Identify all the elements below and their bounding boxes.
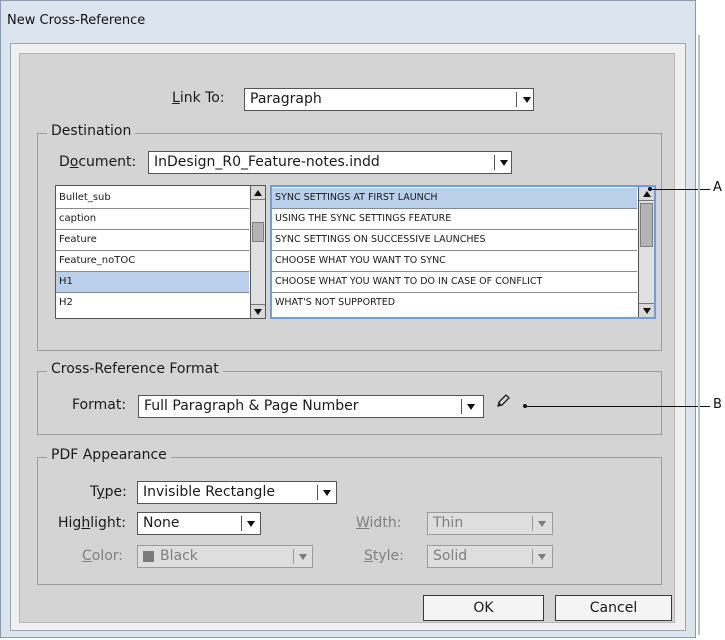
title-bar[interactable]: New Cross-Reference [1,1,695,43]
document-dropdown[interactable]: InDesign_R0_Feature-notes.indd [148,151,512,174]
chevron-down-icon [538,554,546,560]
chevron-down-icon [523,97,531,103]
callout-b-line [525,406,710,407]
dropdown-separator [461,399,462,414]
dropdown-separator [293,549,294,564]
list-item-selected[interactable]: H1 [56,272,249,293]
type-value: Invisible Rectangle [143,484,275,500]
callout-a-line [650,189,710,190]
list-item[interactable]: CHOOSE WHAT YOU WANT TO SYNC [272,251,637,272]
pencil-icon[interactable] [494,392,512,410]
window-edge-shadow [698,35,700,635]
cancel-button[interactable]: Cancel [555,595,672,621]
chevron-down-icon [467,404,475,410]
scroll-thumb[interactable] [640,203,653,247]
width-value: Thin [433,515,464,531]
document-label: Document: [59,154,137,170]
color-dropdown: Black [137,545,313,568]
chevron-down-icon [247,521,255,527]
list-item[interactable]: CHOOSE WHAT YOU WANT TO DO IN CASE OF CO… [272,272,637,293]
chevron-down-icon [323,490,331,496]
color-value: Black [160,548,198,564]
highlight-label: Highlight: [58,515,126,531]
paragraphs-scrollbar[interactable] [638,187,654,317]
list-item[interactable]: Bullet_sub [56,188,249,209]
list-item[interactable]: SYNC SETTINGS ON SUCCESSIVE LAUNCHES [272,230,637,251]
style-label: Style: [364,548,404,564]
link-to-label: Link To: [172,90,225,106]
format-dropdown[interactable]: Full Paragraph & Page Number [138,395,484,418]
arrow-down-icon [254,309,262,315]
callout-a-label: A [713,180,722,195]
callout-b-label: B [713,397,722,412]
pdf-legend: PDF Appearance [47,447,171,463]
styles-scrollbar[interactable] [250,186,265,318]
width-label: Width: [356,515,402,531]
ok-button[interactable]: OK [423,595,544,621]
color-label: Color: [82,548,124,564]
dialog-window: New Cross-Reference Link To: Paragraph D… [0,0,710,638]
chevron-down-icon [538,521,546,527]
paragraph-styles-list[interactable]: Bullet_sub caption Feature Feature_noTOC… [55,185,266,319]
pencil-icon-graphic [497,394,510,407]
destination-legend: Destination [47,123,136,139]
scroll-down-button[interactable] [639,303,654,317]
list-item[interactable]: USING THE SYNC SETTINGS FEATURE [272,209,637,230]
list-item[interactable]: Feature [56,230,249,251]
arrow-up-icon [254,190,262,196]
arrow-up-icon [642,191,651,197]
list-item[interactable]: Feature_noTOC [56,251,249,272]
document-value: InDesign_R0_Feature-notes.indd [154,154,380,170]
highlight-dropdown[interactable]: None [137,512,261,535]
chevron-down-icon [299,554,307,560]
highlight-value: None [143,515,180,531]
color-swatch [143,551,154,562]
chevron-down-icon [500,160,508,166]
dropdown-separator [532,549,533,564]
pdf-appearance-group [37,457,662,585]
dropdown-separator [241,516,242,531]
scroll-up-button[interactable] [251,186,265,200]
dialog-title: New Cross-Reference [7,13,146,28]
dropdown-separator [516,92,517,107]
list-item[interactable]: WHAT'S NOT SUPPORTED [272,293,637,313]
list-item-selected[interactable]: SYNC SETTINGS AT FIRST LAUNCH [272,188,637,209]
link-to-dropdown[interactable]: Paragraph [244,88,534,111]
paragraphs-list[interactable]: SYNC SETTINGS AT FIRST LAUNCH USING THE … [270,185,656,319]
type-dropdown[interactable]: Invisible Rectangle [137,481,337,504]
style-value: Solid [433,548,468,564]
style-dropdown: Solid [427,545,553,568]
format-legend: Cross-Reference Format [47,361,223,377]
scroll-down-button[interactable] [251,304,265,318]
width-dropdown: Thin [427,512,553,535]
link-to-value: Paragraph [250,91,322,107]
format-label: Format: [72,397,127,413]
format-value: Full Paragraph & Page Number [144,398,359,414]
dialog-panel: Link To: Paragraph Destination Document:… [19,53,675,623]
list-item[interactable]: caption [56,209,249,230]
dropdown-separator [532,516,533,531]
arrow-down-icon [642,308,651,314]
dropdown-separator [317,485,318,500]
scroll-thumb[interactable] [252,222,264,242]
list-item[interactable]: H2 [56,293,249,313]
type-label: Type: [90,484,127,500]
dropdown-separator [494,155,495,170]
